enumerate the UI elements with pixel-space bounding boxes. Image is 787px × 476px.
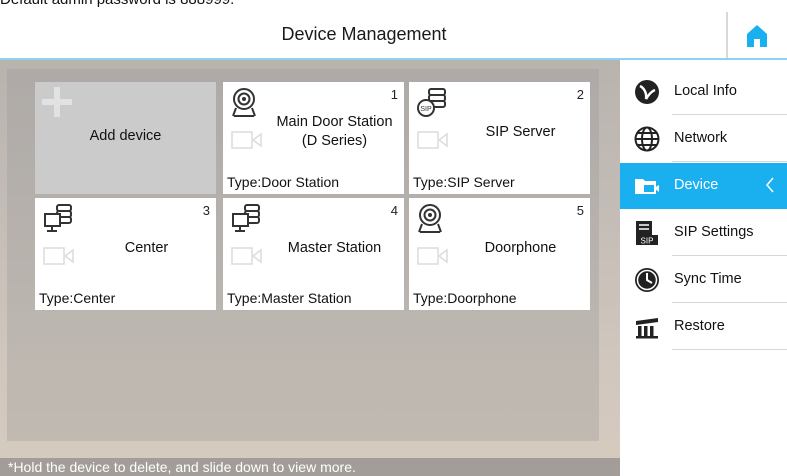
device-type: Type:Master Station (227, 290, 352, 306)
camera-icon (417, 247, 448, 265)
device-name: Main Door Station (D Series) (271, 112, 398, 152)
chevron-left-icon (766, 177, 774, 193)
header-divider (726, 12, 728, 58)
settings-sidebar: Local Info Network Device SIP SIP Settin… (620, 60, 787, 476)
camera-icon (231, 247, 262, 265)
camera-icon (231, 131, 262, 149)
sidebar-item-label: Network (674, 130, 728, 146)
add-device-label: Add device (89, 128, 162, 144)
sidebar-item-label: Device (674, 177, 719, 193)
sip-settings-icon: SIP (636, 221, 658, 246)
door-station-icon (232, 88, 256, 117)
device-name: Center (124, 239, 169, 256)
device-grid: Add device 1 Main Door Station (D Series… (7, 69, 599, 441)
device-number: 5 (576, 203, 584, 218)
svg-text:SIP: SIP (641, 237, 654, 246)
divider (672, 255, 787, 256)
device-name-line1: Main Door Station (276, 114, 393, 130)
device-number: 4 (390, 203, 398, 218)
sidebar-item-label: Restore (674, 318, 725, 334)
camera-icon (417, 131, 448, 149)
device-number: 3 (202, 203, 210, 218)
hint-bar: *Hold the device to delete, and slide do… (0, 458, 620, 476)
clock-icon (635, 268, 659, 292)
device-tile-5[interactable]: 5 Doorphone Type:Doorphone (409, 198, 590, 310)
device-type: Type:Center (39, 290, 116, 306)
divider (672, 302, 787, 303)
device-number: 1 (390, 87, 398, 102)
device-type: Type:Doorphone (413, 290, 517, 306)
device-folder-icon (635, 179, 659, 194)
header-bar: Device Management (0, 12, 787, 58)
device-tile-3[interactable]: 3 Center Type:Center (35, 198, 216, 310)
local-info-icon (635, 80, 659, 104)
device-number: 2 (576, 87, 584, 102)
camera-icon (43, 247, 74, 265)
sidebar-item-restore[interactable]: Restore (620, 304, 787, 350)
sidebar-item-label: Sync Time (674, 271, 742, 287)
sidebar-item-label: SIP Settings (674, 224, 754, 240)
device-tile-1[interactable]: 1 Main Door Station (D Series) Type:Door… (223, 82, 404, 194)
sidebar-item-sip-settings[interactable]: SIP SIP Settings (620, 210, 787, 256)
svg-text:SIP: SIP (420, 106, 432, 113)
home-icon (747, 25, 767, 47)
device-panel: Add device 1 Main Door Station (D Series… (0, 60, 620, 476)
sidebar-item-device[interactable]: Device (620, 163, 787, 209)
doorphone-icon (418, 204, 442, 233)
sidebar-item-network[interactable]: Network (620, 116, 787, 162)
home-button[interactable] (740, 20, 774, 52)
sip-server-icon: SIP (417, 88, 446, 117)
sidebar-item-local-info[interactable]: Local Info (620, 69, 787, 115)
top-caption: Default admin password is 888999. (0, 0, 234, 9)
device-tile-4[interactable]: 4 Master Station Type:Master Station (223, 198, 404, 310)
plus-icon (42, 87, 72, 117)
sidebar-item-label: Local Info (674, 83, 737, 99)
sidebar-item-sync-time[interactable]: Sync Time (620, 257, 787, 303)
divider (672, 114, 787, 115)
divider (672, 349, 787, 350)
device-name-line2: (D Series) (301, 133, 368, 149)
page-title: Device Management (281, 24, 447, 44)
device-tile-2[interactable]: SIP 2 SIP Server Type:SIP Server (409, 82, 590, 194)
globe-icon (634, 126, 660, 152)
master-station-icon (232, 204, 260, 232)
add-device-tile[interactable]: Add device (35, 82, 216, 194)
device-type: Type:SIP Server (413, 174, 515, 190)
device-type: Type:Door Station (227, 174, 340, 190)
hint-text: *Hold the device to delete, and slide do… (8, 459, 356, 475)
divider (672, 161, 787, 162)
center-icon (44, 204, 72, 232)
restore-icon (636, 318, 658, 339)
device-name: Master Station (287, 239, 382, 256)
device-name: SIP Server (485, 123, 556, 140)
device-name: Doorphone (484, 239, 557, 256)
